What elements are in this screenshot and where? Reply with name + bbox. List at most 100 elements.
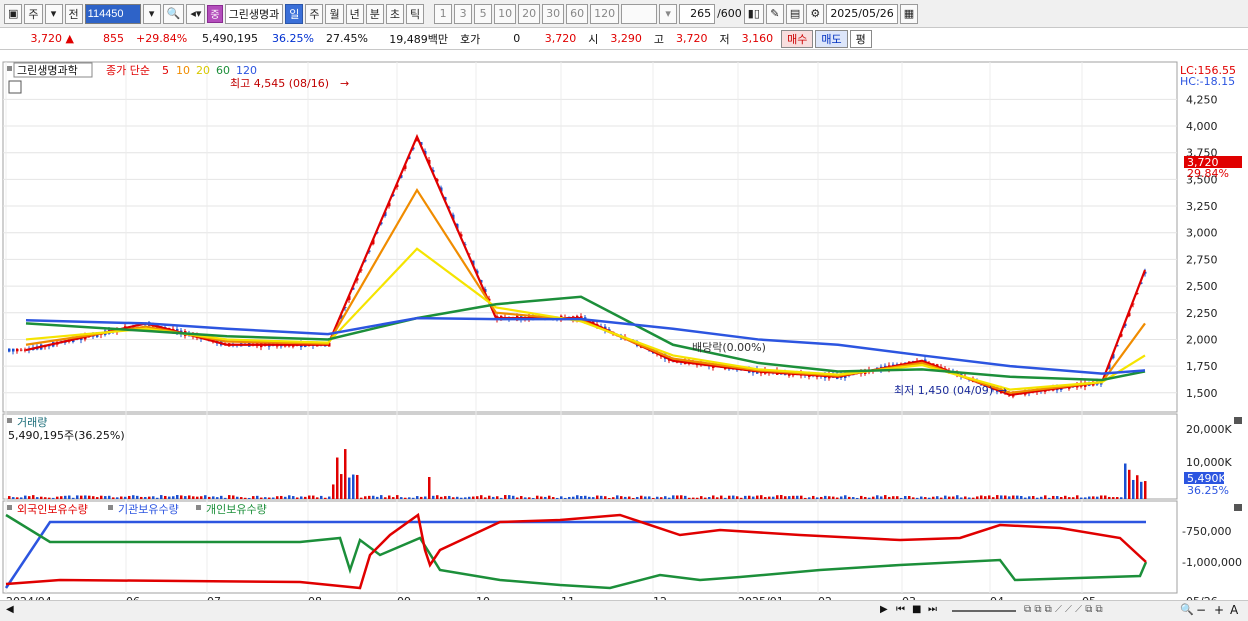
volume-close-icon[interactable] <box>1234 417 1242 424</box>
volume-bar <box>1112 497 1115 499</box>
holding-close-icon[interactable] <box>1234 504 1242 511</box>
volume-bar <box>1076 495 1079 499</box>
first-page-icon[interactable]: ⏮ <box>896 604 905 615</box>
period-year[interactable]: 년 <box>345 3 364 24</box>
volume-bar <box>976 496 979 499</box>
save-icon[interactable]: ▤ <box>785 3 805 24</box>
high-arrow-icon: → <box>340 77 349 90</box>
interval-10[interactable]: 10 <box>494 3 517 24</box>
volume-bar <box>32 495 35 499</box>
volume-bar <box>484 497 487 499</box>
price-y-tick: 4,250 <box>1186 93 1218 106</box>
high-label: 고 <box>653 32 664 46</box>
volume-bar <box>792 495 795 499</box>
period-tick[interactable]: 틱 <box>405 3 425 24</box>
volume-bar <box>608 497 611 499</box>
tool-icons[interactable]: ⧉ ⧉ ⧉ ⟋ ⟋ ⟋ ⧉ ⧉ <box>1024 604 1103 615</box>
count-input[interactable]: 265 <box>679 3 716 24</box>
interval-dropdown-icon[interactable]: ▾ <box>659 3 678 24</box>
price-change: 855 <box>103 32 124 45</box>
ma-legend-10: 10 <box>176 64 190 77</box>
volume-bar <box>96 497 99 499</box>
sell-button[interactable]: 매도 <box>815 29 848 48</box>
volume-bar <box>612 497 615 499</box>
interval-30[interactable]: 30 <box>542 3 565 24</box>
stop-icon[interactable]: ■ <box>912 604 921 615</box>
volume-bar <box>1128 469 1131 499</box>
calendar-icon[interactable]: ▦ <box>899 3 919 24</box>
interval-5[interactable]: 5 <box>474 3 493 24</box>
volume-bar <box>480 495 483 499</box>
volume-bar <box>556 497 559 499</box>
last-page-icon[interactable]: ⏭ <box>928 604 937 615</box>
volume-bar <box>912 497 915 499</box>
type-dropdown-icon[interactable]: ▾ <box>44 3 63 24</box>
low-arrow-icon: → <box>998 384 1007 397</box>
price-y-tick: 4,000 <box>1186 120 1218 133</box>
volume-bar <box>128 495 131 499</box>
volume-bar <box>956 495 959 499</box>
volume-bar <box>456 496 459 499</box>
chart-canvas[interactable]: 2024/04060708091011122025/010203040505/2… <box>0 50 1248 621</box>
period-second[interactable]: 초 <box>385 3 404 24</box>
scroll-bar[interactable]: ◀ ▶ ⏮ ■ ⏭ ⧉ ⧉ ⧉ ⟋ ⟋ ⟋ ⧉ ⧉ 🔍 − + A <box>0 600 1248 621</box>
holding-series-foreign: 외국인보유수량 <box>17 503 88 516</box>
volume-bar <box>932 496 935 499</box>
date-input[interactable]: 2025/05/26 <box>826 3 898 24</box>
zoom-slider[interactable] <box>952 610 1016 612</box>
volume-bar <box>776 495 779 499</box>
candle-icon[interactable]: ▮▯ <box>743 3 764 24</box>
volume-bar <box>744 495 747 499</box>
search-icon[interactable]: 🔍 <box>162 3 185 24</box>
up-arrow-icon: ▲ <box>65 32 74 45</box>
interval-3[interactable]: 3 <box>454 3 473 24</box>
volume-bar <box>1120 497 1123 499</box>
period-day[interactable]: 일 <box>285 3 304 24</box>
eval-button[interactable]: 평 <box>849 29 872 48</box>
zoom-in-icon[interactable]: + <box>1214 603 1224 617</box>
high-annotation: 최고 4,545 (08/16) <box>230 77 329 90</box>
code-dropdown-icon[interactable]: ▾ <box>142 3 161 24</box>
volume-bar <box>496 496 499 499</box>
interval-120[interactable]: 120 <box>590 3 620 24</box>
interval-20[interactable]: 20 <box>518 3 541 24</box>
volume-bar <box>208 496 211 499</box>
window-icon[interactable]: ▣ <box>4 3 23 24</box>
volume-bar <box>848 496 851 499</box>
zoom-search-icon[interactable]: 🔍 <box>1180 603 1194 616</box>
scroll-left-icon[interactable]: ◀ <box>6 604 14 615</box>
period-week[interactable]: 주 <box>305 3 324 24</box>
period-month[interactable]: 월 <box>325 3 344 24</box>
scroll-right-icon[interactable]: ▶ <box>880 604 888 615</box>
period-minute[interactable]: 분 <box>365 3 384 24</box>
turnover-pct: 36.25% <box>272 32 314 45</box>
volume-bar <box>616 495 619 499</box>
volume-bar <box>648 496 651 499</box>
volume-bar <box>280 495 283 499</box>
interval-1[interactable]: 1 <box>434 3 453 24</box>
zoom-out-icon[interactable]: − <box>1196 603 1206 617</box>
holding-square-icon-2 <box>108 505 113 510</box>
volume-bar <box>552 497 555 499</box>
prev-button[interactable]: 전 <box>64 3 83 24</box>
volume-bar <box>924 497 927 499</box>
draw-tool-icon[interactable]: ✎ <box>765 3 784 24</box>
volume-bar <box>44 497 47 499</box>
volume-value: 5,490,195 <box>202 32 258 45</box>
table-icon[interactable] <box>8 80 22 94</box>
gear-icon[interactable]: ⚙ <box>806 3 825 24</box>
interval-custom-input[interactable] <box>621 3 658 24</box>
font-size-icon[interactable]: A <box>1230 603 1238 617</box>
candle-body <box>8 348 11 352</box>
type-selector[interactable]: 주 <box>24 3 43 24</box>
volume-bar <box>756 495 759 499</box>
volume-bar <box>516 497 519 499</box>
buy-button[interactable]: 매수 <box>781 29 814 48</box>
volume-bar <box>852 497 855 499</box>
volume-bar <box>492 496 495 499</box>
price-y-tick: 2,000 <box>1186 333 1218 346</box>
stock-code-input[interactable] <box>84 3 141 24</box>
volume-bar <box>700 496 703 499</box>
speaker-icon[interactable]: ◂▾ <box>186 3 206 24</box>
interval-60[interactable]: 60 <box>566 3 589 24</box>
